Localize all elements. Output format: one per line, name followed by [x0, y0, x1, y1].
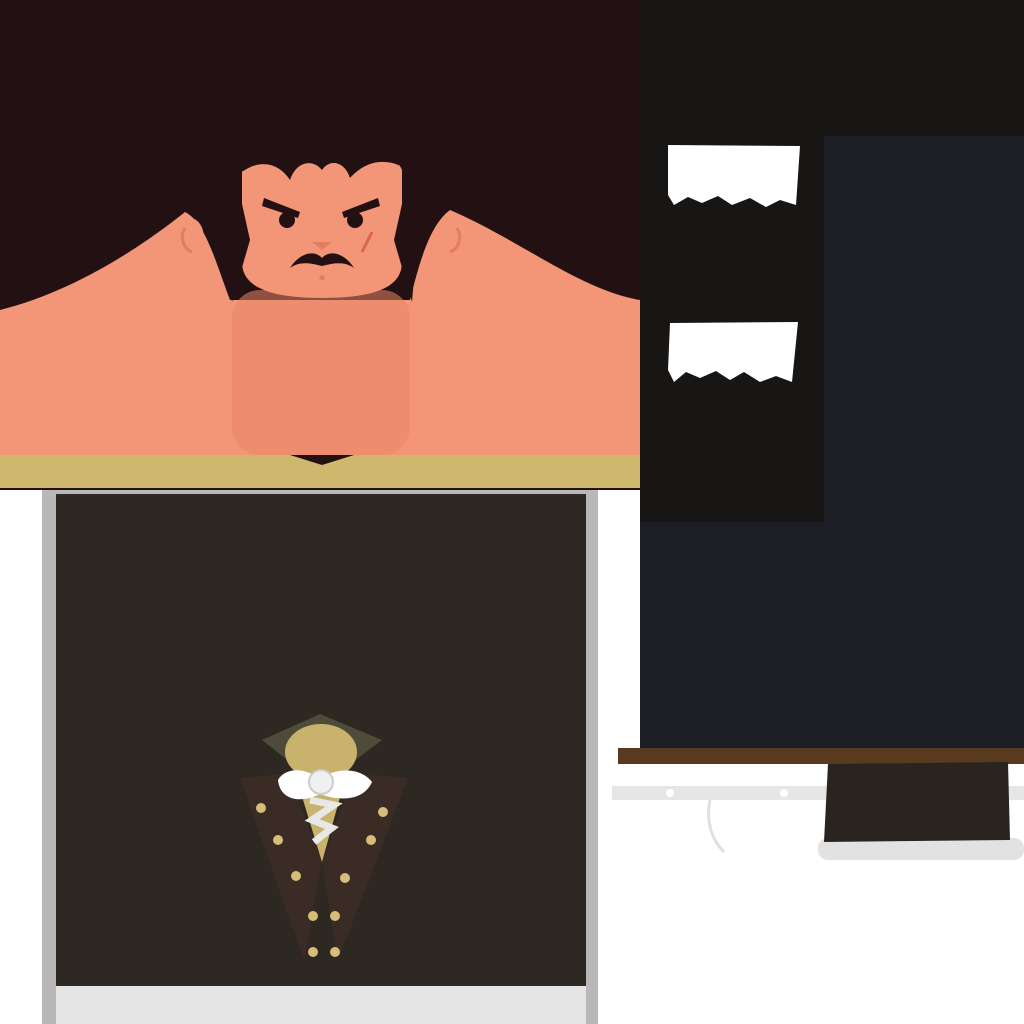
- head-skin-region: [0, 0, 640, 490]
- shoe-and-belt-region: [612, 748, 1024, 878]
- coat-hem: [56, 986, 586, 1024]
- coat-button: [378, 807, 388, 817]
- trousers-region: [640, 136, 1024, 748]
- coat-button: [308, 947, 318, 957]
- coat-button: [291, 871, 301, 881]
- coat-button: [330, 911, 340, 921]
- shoe: [824, 762, 1010, 842]
- belt-hole: [780, 789, 788, 797]
- right-eye: [347, 212, 363, 228]
- belt: [618, 748, 1024, 764]
- left-eye: [279, 212, 295, 228]
- coat-button: [256, 803, 266, 813]
- trousers-upper: [824, 136, 1024, 522]
- face-texture: [0, 0, 640, 490]
- cravat-knot: [308, 769, 334, 795]
- coat-button: [366, 835, 376, 845]
- coat-front-region: [42, 490, 598, 1024]
- coat-button: [273, 835, 283, 845]
- neck-shadow: [232, 290, 410, 455]
- coat-button: [330, 947, 340, 957]
- coat-button: [308, 911, 318, 921]
- trousers-lower: [640, 522, 1024, 748]
- belt-hole: [666, 789, 674, 797]
- coat-button: [340, 873, 350, 883]
- lace: [707, 799, 726, 854]
